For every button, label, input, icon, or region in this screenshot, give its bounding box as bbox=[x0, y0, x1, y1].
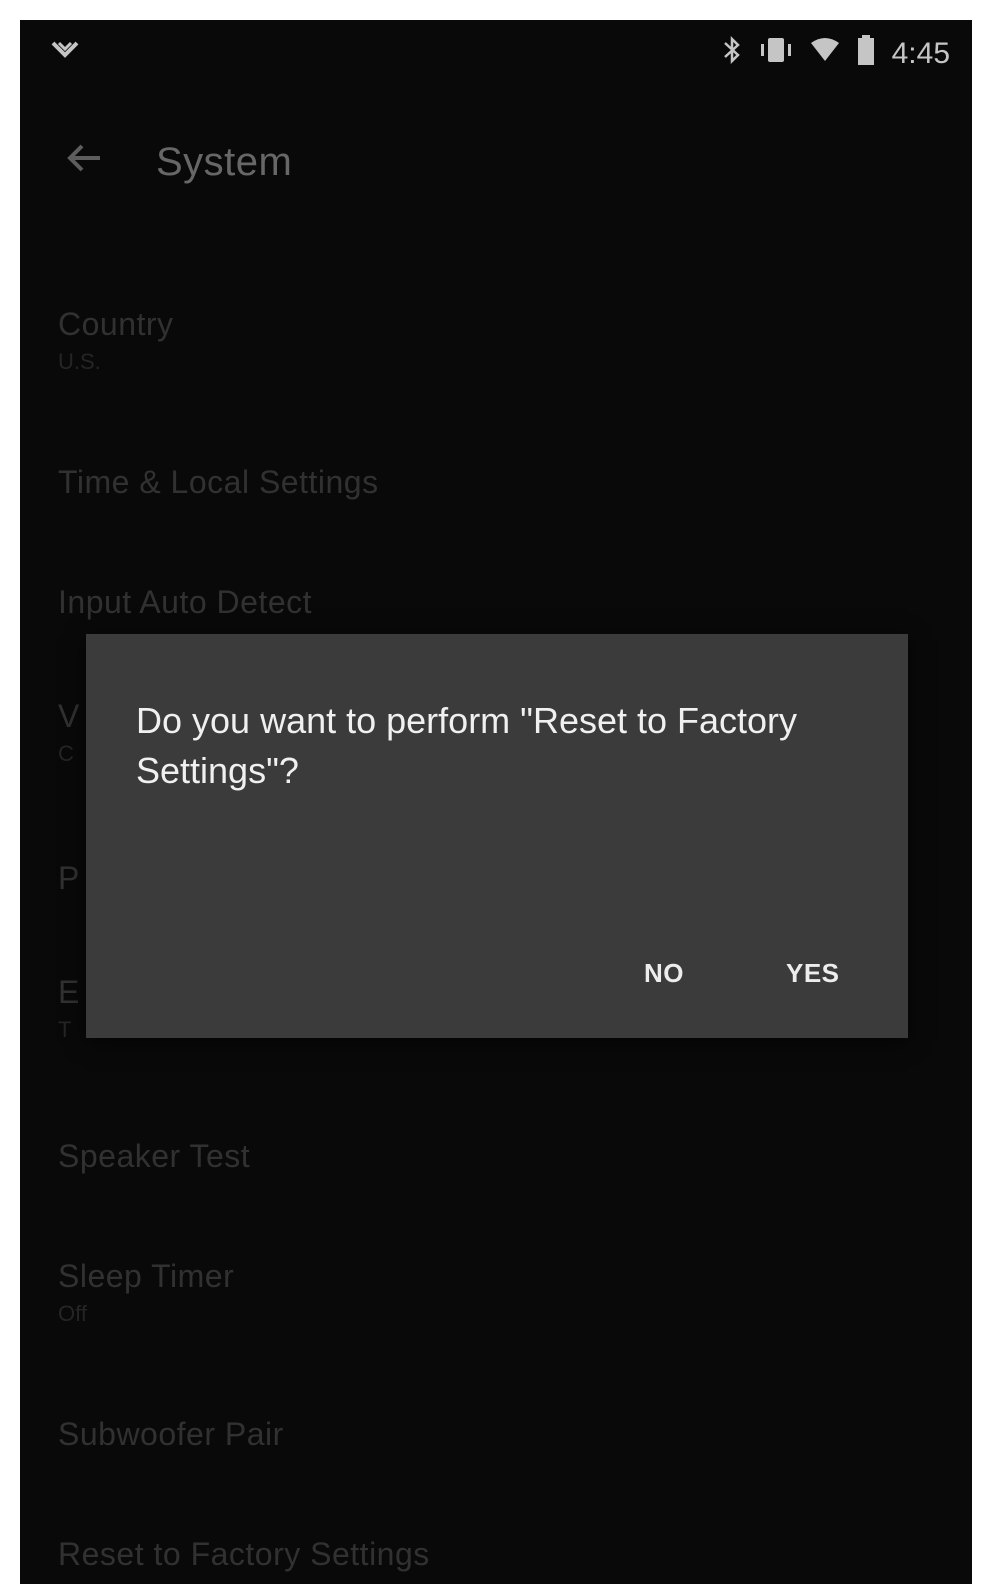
phone-screen: 4:45 System Country U.S. Time & Local Se… bbox=[20, 20, 972, 1584]
yes-button[interactable]: YES bbox=[776, 952, 850, 995]
confirm-dialog: Do you want to perform "Reset to Factory… bbox=[86, 634, 908, 1038]
no-button[interactable]: NO bbox=[634, 952, 694, 995]
dialog-message: Do you want to perform "Reset to Factory… bbox=[136, 700, 798, 791]
